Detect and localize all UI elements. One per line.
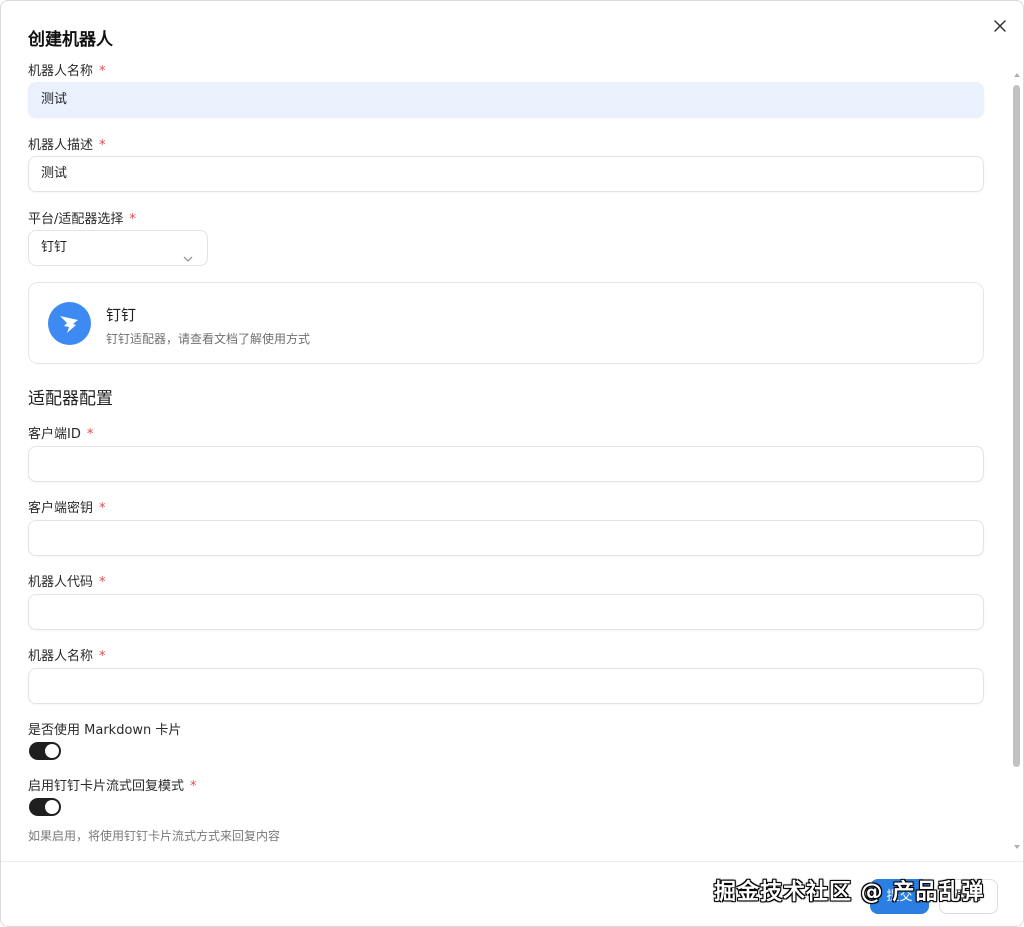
required-mark: * [99, 649, 106, 664]
required-mark: * [190, 779, 197, 794]
robot-code-input[interactable] [28, 594, 984, 630]
stream-mode-hint: 如果启用，将使用钉钉卡片流式方式来回复内容 [28, 829, 281, 843]
scrollbar-thumb[interactable] [1013, 85, 1020, 767]
bot-name-label: 机器人名称 * [28, 64, 106, 79]
dialog-title: 创建机器人 [28, 30, 113, 50]
adapter-card-title: 钉钉 [106, 306, 137, 324]
platform-select[interactable]: 钉钉 [28, 230, 208, 266]
robot-name-input[interactable] [28, 668, 984, 704]
form-scroll-area[interactable]: 机器人名称 * 测试 机器人描述 * 测试 平台/适配器选择 * 钉钉 钉钉 钉钉适配… [1, 56, 1011, 861]
required-mark: * [99, 575, 106, 590]
toggle-knob [45, 800, 59, 814]
client-id-input[interactable] [28, 446, 984, 482]
scroll-down-icon[interactable] [1014, 845, 1020, 849]
dingtalk-logo-icon [48, 302, 91, 345]
robot-code-label: 机器人代码 * [28, 575, 106, 590]
required-mark: * [86, 427, 94, 442]
required-mark: * [99, 501, 106, 516]
markdown-card-toggle[interactable] [29, 742, 61, 760]
platform-selected-value: 钉钉 [41, 240, 68, 255]
dialog-footer: 提交 取消 掘金技术社区 @ 产品乱弹 [1, 861, 1023, 926]
watermark: 掘金技术社区 @ 产品乱弹 [714, 880, 985, 905]
adapter-card-description: 钉钉适配器，请查看文档了解使用方式 [106, 332, 311, 346]
platform-label: 平台/适配器选择 * [28, 212, 136, 227]
client-id-label: 客户端ID * [28, 427, 94, 442]
stream-mode-label: 启用钉钉卡片流式回复模式 * [28, 779, 197, 794]
stream-mode-toggle[interactable] [29, 798, 61, 816]
adapter-config-section-title: 适配器配置 [28, 389, 113, 409]
client-secret-label: 客户端密钥 * [28, 501, 106, 516]
required-mark: * [129, 212, 136, 227]
bot-name-input[interactable]: 测试 [28, 82, 984, 118]
bot-desc-label: 机器人描述 * [28, 138, 106, 153]
bot-desc-input[interactable]: 测试 [28, 156, 984, 192]
scroll-up-icon[interactable] [1014, 73, 1020, 77]
client-secret-input[interactable] [28, 520, 984, 556]
robot-name-label: 机器人名称 * [28, 649, 106, 664]
create-bot-dialog: 创建机器人 机器人名称 * 测试 机器人描述 * 测试 平台/适配器选择 * 钉钉 钉… [0, 0, 1024, 927]
adapter-info-card: 钉钉 钉钉适配器，请查看文档了解使用方式 [28, 282, 984, 364]
toggle-knob [45, 744, 59, 758]
close-icon[interactable] [991, 17, 1009, 35]
vertical-scrollbar[interactable] [1012, 67, 1021, 857]
required-mark: * [99, 138, 106, 153]
chevron-down-icon [183, 243, 193, 277]
required-mark: * [99, 64, 106, 79]
markdown-card-label: 是否使用 Markdown 卡片 [28, 723, 182, 738]
